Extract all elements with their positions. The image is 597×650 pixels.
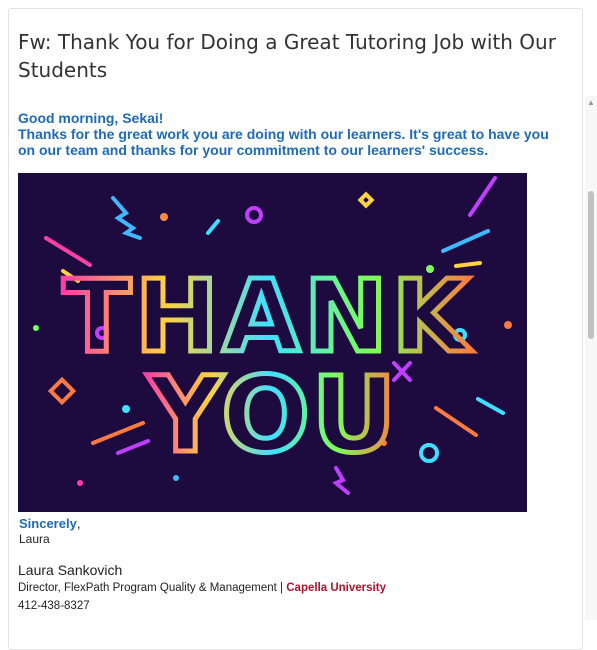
scroll-up-arrow-icon[interactable]: ▲ [587, 98, 595, 107]
signature-name: Laura Sankovich [18, 562, 123, 578]
closing-name: Laura [19, 532, 50, 546]
vertical-scrollbar[interactable]: ▲ [585, 96, 597, 620]
closing: Sincerely, [19, 516, 80, 531]
signature-separator: | [276, 582, 287, 594]
email-message-intro: Good morning, Sekai! Thanks for the grea… [18, 110, 558, 158]
thank-you-banner-image: THANK YOU [18, 173, 527, 512]
body-text: Thanks for the great work you are doing … [18, 126, 549, 158]
signature-title-line: Director, FlexPath Program Quality & Man… [18, 582, 386, 594]
greeting-text: Good morning, Sekai! [18, 110, 164, 126]
signature-title: Director, FlexPath Program Quality & Man… [18, 582, 277, 594]
closing-comma: , [76, 516, 81, 531]
you-text-art: YOU [146, 354, 398, 476]
signature-phone: 412-438-8327 [18, 600, 90, 612]
email-subject: Fw: Thank You for Doing a Great Tutoring… [18, 30, 556, 82]
signature-university: Capella University [286, 582, 386, 594]
closing-word: Sincerely [19, 516, 77, 531]
scrollbar-thumb[interactable] [588, 191, 594, 339]
